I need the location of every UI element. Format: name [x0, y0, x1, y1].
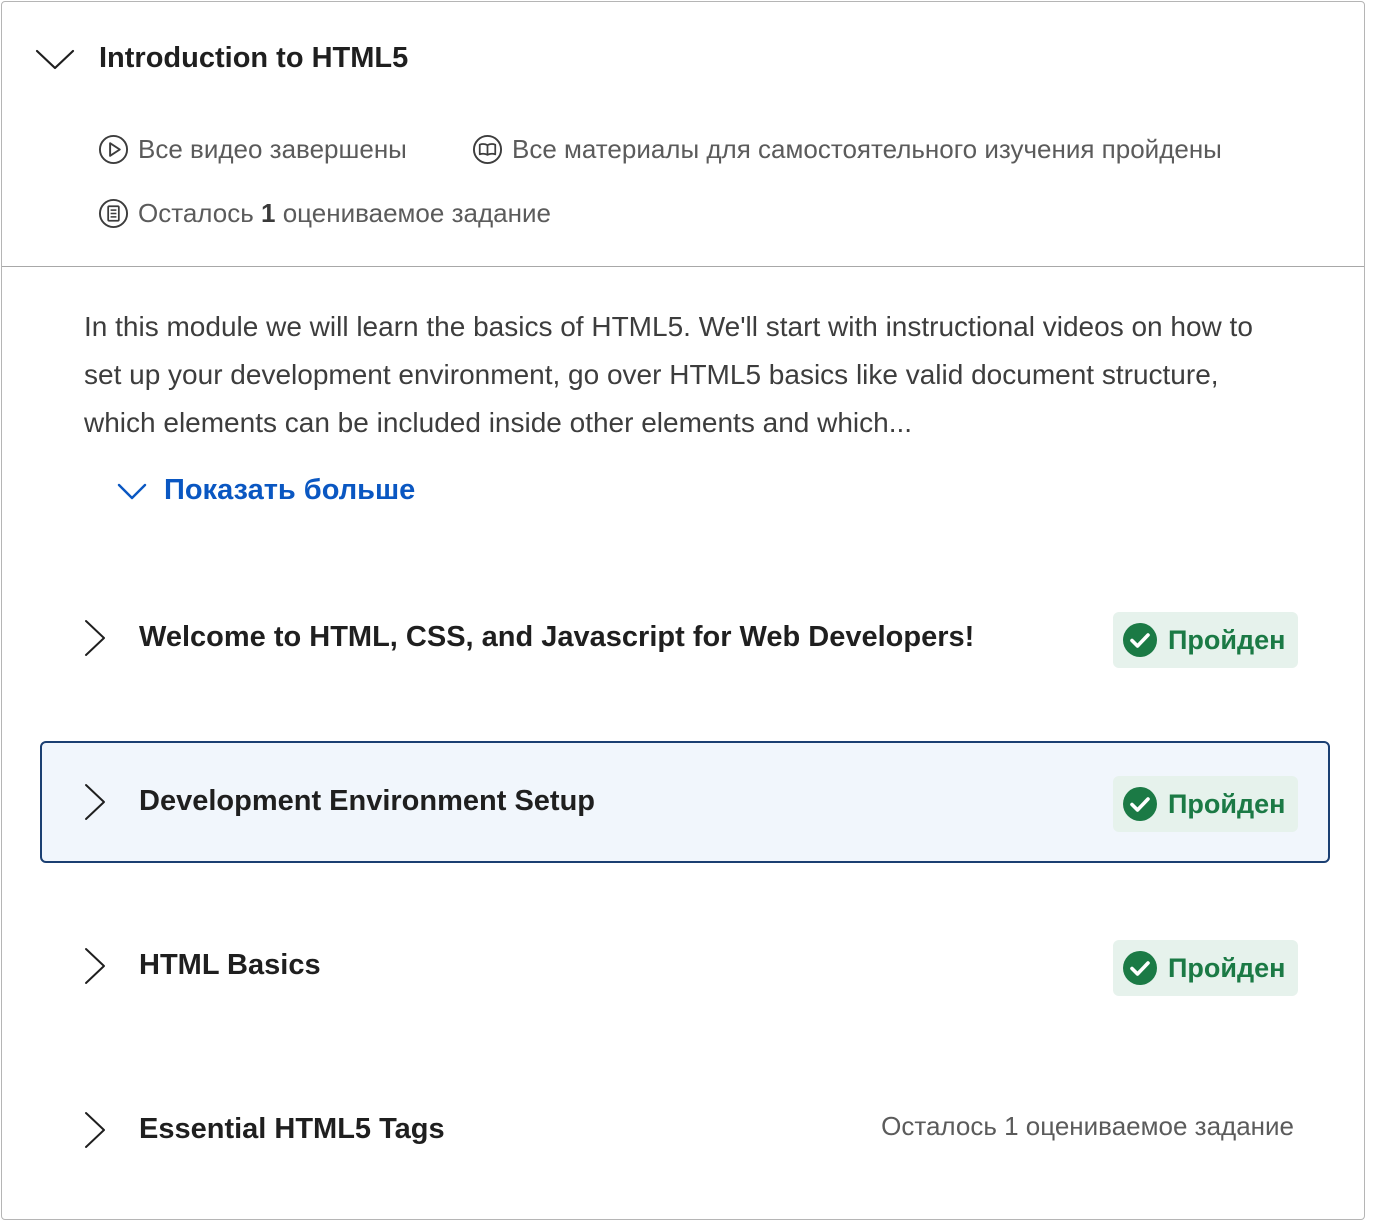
chevron-right-icon [85, 948, 105, 984]
check-circle-icon [1123, 787, 1157, 821]
completed-badge: Пройден [1113, 612, 1298, 668]
graded-status-prefix: Осталось [138, 198, 254, 228]
lesson-title: Development Environment Setup [139, 785, 596, 817]
check-circle-icon [1123, 951, 1157, 985]
completed-badge-label: Пройден [1168, 788, 1286, 819]
readings-status: Все материалы для самостоятельного изуче… [472, 134, 1222, 165]
chevron-right-icon [85, 620, 105, 656]
videos-status-text: Все видео завершены [138, 134, 407, 164]
chevron-down-icon[interactable] [34, 42, 76, 76]
completed-badge-label: Пройден [1168, 624, 1286, 655]
lesson-item[interactable]: Development Environment Setup Пройден [40, 741, 1330, 863]
lesson-item[interactable]: Essential HTML5 Tags Осталось 1 оценивае… [40, 1069, 1330, 1191]
chevron-right-icon [85, 1112, 105, 1148]
module-card: Introduction to HTML5 Все видео завершен… [1, 1, 1365, 1220]
play-circle-icon [98, 134, 129, 165]
graded-status-count: 1 [261, 198, 276, 228]
check-circle-icon [1123, 623, 1157, 657]
lesson-title: Essential HTML5 Tags [139, 1113, 445, 1145]
completed-badge-label: Пройден [1168, 952, 1286, 983]
lesson-item[interactable]: HTML Basics Пройден [40, 905, 1330, 1027]
lesson-title: Welcome to HTML, CSS, and Javascript for… [139, 621, 975, 653]
assignment-icon [98, 198, 129, 229]
chevron-right-icon [85, 784, 105, 820]
module-description: In this module we will learn the basics … [84, 311, 1253, 438]
chevron-down-icon [117, 483, 147, 499]
videos-status: Все видео завершены [98, 134, 407, 165]
completed-badge: Пройден [1113, 940, 1298, 996]
book-icon [472, 134, 503, 165]
readings-status-text: Все материалы для самостоятельного изуче… [512, 134, 1222, 164]
graded-status-suffix: оцениваемое задание [282, 198, 551, 228]
lesson-remaining-status: Осталось 1 оцениваемое задание [881, 1111, 1294, 1141]
lesson-title: HTML Basics [139, 949, 321, 981]
show-more-button[interactable]: Показать больше [116, 474, 415, 507]
lesson-item[interactable]: Welcome to HTML, CSS, and Javascript for… [40, 577, 1330, 699]
module-title: Introduction to HTML5 [99, 42, 409, 74]
module-header[interactable]: Introduction to HTML5 Все видео завершен… [2, 2, 1364, 267]
completed-badge: Пройден [1113, 776, 1298, 832]
graded-status: Осталось 1 оцениваемое задание [98, 198, 551, 229]
show-more-label: Показать больше [164, 474, 416, 506]
